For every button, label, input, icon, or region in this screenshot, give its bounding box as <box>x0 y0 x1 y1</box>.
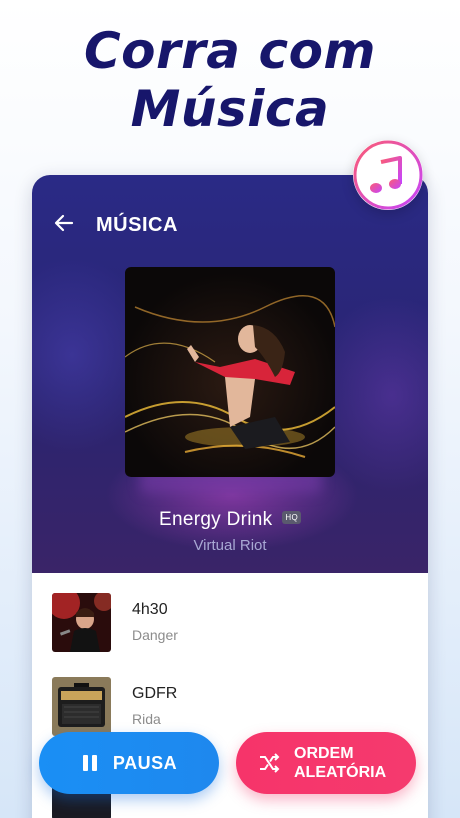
song-artist: Danger <box>132 627 178 643</box>
list-item[interactable]: GDFR Rida <box>32 657 428 741</box>
pause-label: PAUSA <box>112 752 178 773</box>
song-artist: Rida <box>132 711 161 727</box>
pause-button[interactable]: PAUSA <box>39 732 219 794</box>
now-playing-title: Energy Drink HQ <box>32 509 428 531</box>
back-arrow-icon[interactable] <box>52 211 76 235</box>
hq-badge: HQ <box>282 511 302 525</box>
runner-artwork <box>125 295 335 458</box>
now-playing-panel: MÚSICA Energy Drink HQ Virtual Riot <box>32 175 428 573</box>
phone-screen: MÚSICA Energy Drink HQ Virtual Riot 4h30… <box>32 175 428 818</box>
shuffle-button[interactable]: ORDEM ALEATÓRIA <box>236 732 416 794</box>
music-note-icon[interactable] <box>353 140 423 210</box>
album-cover <box>125 267 335 477</box>
shuffle-icon <box>260 753 280 773</box>
screen-title: MÚSICA <box>96 214 178 236</box>
list-item[interactable]: 4h30 Danger <box>32 573 428 657</box>
song-thumbnail <box>52 677 111 736</box>
shuffle-label-line-2: ALEATÓRIA <box>294 764 387 781</box>
song-title: 4h30 <box>132 601 168 618</box>
now-playing-artist: Virtual Riot <box>193 537 267 554</box>
shuffle-label: ORDEM ALEATÓRIA <box>294 744 394 782</box>
headline: Corra com Música <box>0 22 460 138</box>
now-playing-title-text: Energy Drink <box>158 509 273 530</box>
song-thumbnail <box>52 593 111 652</box>
song-title: GDFR <box>132 685 178 702</box>
pause-icon <box>82 755 97 771</box>
headline-line-2: Música <box>130 80 330 138</box>
headline-line-1: Corra com <box>83 22 377 80</box>
top-bar: MÚSICA <box>32 205 428 245</box>
shuffle-label-line-1: ORDEM <box>294 745 354 762</box>
